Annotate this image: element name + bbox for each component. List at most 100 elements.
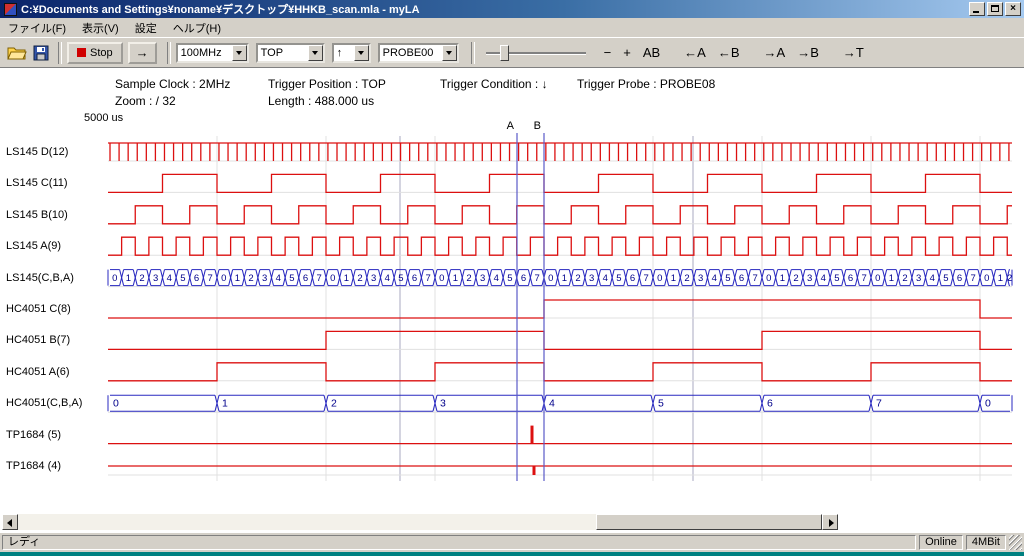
- chevron-down-icon[interactable]: [232, 45, 247, 61]
- toolbar-separator: [167, 42, 171, 64]
- trigger-edge-select[interactable]: ↑: [332, 43, 371, 63]
- svg-text:5: 5: [943, 273, 948, 284]
- minimize-icon: [973, 11, 979, 13]
- svg-text:5: 5: [180, 273, 185, 284]
- svg-text:A: A: [507, 120, 515, 132]
- svg-text:3: 3: [262, 273, 267, 284]
- svg-text:3: 3: [589, 273, 594, 284]
- trigger-probe-info: Trigger Probe : PROBE08: [577, 77, 715, 91]
- zoom-slider[interactable]: [486, 42, 586, 64]
- svg-text:4: 4: [494, 273, 499, 284]
- trigger-condition-info: Trigger Condition : ↓: [440, 77, 548, 91]
- svg-text:0: 0: [657, 273, 662, 284]
- svg-text:5: 5: [398, 273, 403, 284]
- svg-text:1: 1: [126, 273, 131, 284]
- svg-text:7: 7: [317, 273, 322, 284]
- menu-help[interactable]: ヘルプ(H): [165, 17, 229, 39]
- svg-text:7: 7: [644, 273, 649, 284]
- zoom-in-button[interactable]: +: [619, 44, 635, 61]
- chevron-down-icon[interactable]: [442, 45, 457, 61]
- trigger-position-select[interactable]: TOP: [256, 43, 325, 63]
- stop-icon: [77, 48, 86, 57]
- svg-text:1: 1: [780, 273, 785, 284]
- zoom-out-button[interactable]: −: [600, 44, 616, 61]
- svg-text:1: 1: [998, 273, 1003, 284]
- stop-label: Stop: [90, 47, 113, 59]
- svg-text:5: 5: [616, 273, 621, 284]
- svg-text:2: 2: [684, 273, 689, 284]
- menu-file[interactable]: ファイル(F): [0, 17, 74, 39]
- clock-select[interactable]: 100MHz: [176, 43, 249, 63]
- svg-text:1: 1: [562, 273, 567, 284]
- trigger-position-value: TOP: [258, 47, 308, 59]
- trigger-position-info: Trigger Position : TOP: [268, 77, 386, 91]
- svg-text:0: 0: [875, 273, 880, 284]
- svg-text:6: 6: [848, 273, 853, 284]
- channel-label: HC4051 A(6): [6, 364, 70, 380]
- svg-text:6: 6: [303, 273, 308, 284]
- scroll-left-button[interactable]: [2, 514, 18, 530]
- channel-label: LS145 B(10): [6, 207, 68, 223]
- svg-text:6: 6: [412, 273, 417, 284]
- menubar: ファイル(F) 表示(V) 設定 ヘルプ(H): [0, 18, 1024, 38]
- window-title: C:¥Documents and Settings¥noname¥デスクトップ¥…: [21, 1, 969, 17]
- svg-text:2: 2: [1007, 273, 1012, 284]
- maximize-button[interactable]: [987, 2, 1003, 16]
- channel-label: HC4051 C(8): [6, 301, 71, 317]
- svg-text:4: 4: [385, 273, 390, 284]
- app-icon: [4, 3, 17, 16]
- svg-text:6: 6: [194, 273, 199, 284]
- channel-label: LS145 D(12): [6, 144, 68, 160]
- channel-label: LS145 A(9): [6, 238, 61, 254]
- info-panel: Sample Clock : 2MHz Trigger Position : T…: [0, 68, 1024, 112]
- svg-text:2: 2: [357, 273, 362, 284]
- save-button[interactable]: [29, 42, 53, 64]
- run-button[interactable]: →: [128, 42, 157, 64]
- scroll-right-button[interactable]: [822, 514, 838, 530]
- chevron-down-icon[interactable]: [354, 45, 369, 61]
- goto-a-left-button[interactable]: ←A: [680, 44, 710, 61]
- window-controls: ×: [969, 2, 1021, 16]
- titlebar: C:¥Documents and Settings¥noname¥デスクトップ¥…: [0, 0, 1024, 18]
- svg-text:5: 5: [289, 273, 294, 284]
- svg-text:2: 2: [793, 273, 798, 284]
- svg-text:3: 3: [916, 273, 921, 284]
- svg-text:3: 3: [807, 273, 812, 284]
- minimize-button[interactable]: [969, 2, 985, 16]
- probe-select[interactable]: PROBE00: [378, 43, 459, 63]
- svg-text:1: 1: [222, 398, 228, 410]
- svg-text:7: 7: [876, 398, 882, 410]
- svg-text:0: 0: [221, 273, 226, 284]
- svg-text:2: 2: [575, 273, 580, 284]
- channel-label: TP1684 (4): [6, 458, 61, 474]
- waveform-svg[interactable]: 0123456701234567012345670123456701234567…: [0, 112, 1024, 507]
- resize-grip[interactable]: [1009, 535, 1022, 550]
- close-button[interactable]: ×: [1005, 2, 1021, 16]
- goto-trigger-button[interactable]: →T: [839, 44, 868, 61]
- svg-text:1: 1: [671, 273, 676, 284]
- chevron-down-icon[interactable]: [308, 45, 323, 61]
- statusbar: レディ Online 4MBit: [0, 532, 1024, 552]
- svg-text:B: B: [534, 120, 541, 132]
- svg-text:3: 3: [153, 273, 158, 284]
- scrollbar-thumb[interactable]: [596, 514, 822, 530]
- trigger-edge-value: ↑: [334, 47, 354, 59]
- status-online: Online: [919, 535, 963, 550]
- svg-text:4: 4: [276, 273, 281, 284]
- open-button[interactable]: [5, 42, 29, 64]
- svg-text:1: 1: [235, 273, 240, 284]
- goto-b-right-button[interactable]: →B: [793, 44, 823, 61]
- status-message: レディ: [2, 535, 916, 550]
- goto-a-right-button[interactable]: →A: [760, 44, 790, 61]
- svg-text:2: 2: [466, 273, 471, 284]
- stop-button[interactable]: Stop: [67, 42, 123, 64]
- svg-text:0: 0: [984, 273, 989, 284]
- goto-b-left-button[interactable]: ←B: [714, 44, 744, 61]
- menu-view[interactable]: 表示(V): [74, 17, 127, 39]
- ab-button[interactable]: AB: [639, 44, 664, 61]
- scrollbar-track[interactable]: [18, 514, 822, 530]
- svg-text:4: 4: [930, 273, 935, 284]
- menu-settings[interactable]: 設定: [127, 17, 165, 39]
- svg-text:0: 0: [548, 273, 553, 284]
- zoom-slider-thumb[interactable]: [500, 45, 509, 61]
